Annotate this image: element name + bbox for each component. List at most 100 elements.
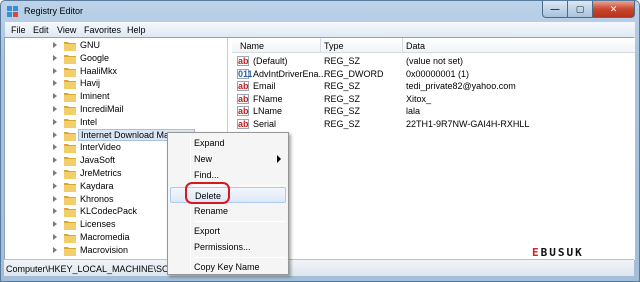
column-data[interactable]: Data <box>406 41 425 51</box>
tree-item-label: Khronos <box>80 193 114 204</box>
tree-item-label: Havij <box>80 78 101 89</box>
value-name: LName <box>253 106 283 116</box>
value-data: Xitox_ <box>406 93 432 104</box>
expand-arrow-icon[interactable] <box>53 118 57 125</box>
menu-item-rename[interactable]: Rename <box>170 203 286 219</box>
column-type[interactable]: Type <box>324 41 344 51</box>
value-name: FName <box>253 93 283 104</box>
folder-icon <box>64 221 76 231</box>
value-list[interactable]: Name Type Data ab (Default) REG_SZ (value n… <box>232 38 635 260</box>
expand-arrow-icon[interactable] <box>53 131 57 138</box>
client-area: GNU Google HaaliMkx Havij Iminent IncrediMail… <box>4 37 635 260</box>
value-type: REG_SZ <box>324 106 361 116</box>
value-data: lala <box>406 106 421 116</box>
status-bar: Computer\HKEY_LOCAL_MACHINE\SOFTW <box>4 259 634 276</box>
folder-icon <box>64 234 76 243</box>
menu-item-find[interactable]: Find... <box>170 167 286 183</box>
expand-arrow-icon[interactable] <box>53 195 57 202</box>
expand-arrow-icon[interactable] <box>53 80 57 87</box>
folder-icon <box>64 131 76 141</box>
value-type: REG_SZ <box>324 81 361 91</box>
expand-arrow-icon[interactable] <box>53 93 57 100</box>
string-value-icon: ab <box>237 93 249 104</box>
context-menu: Expand New Find... Delete Rename Export … <box>167 132 289 275</box>
folder-icon <box>64 118 76 128</box>
tree-item-label: GNU <box>80 40 100 50</box>
maximize-button[interactable]: ▢ <box>568 1 593 18</box>
tree-item-label: JavaSoft <box>80 155 116 166</box>
expand-arrow-icon[interactable] <box>53 234 57 240</box>
menu-edit[interactable]: Edit <box>33 25 49 35</box>
expand-arrow-icon[interactable] <box>53 67 57 74</box>
menu-help[interactable]: Help <box>127 25 146 35</box>
folder-icon <box>64 170 76 179</box>
menu-view[interactable]: View <box>57 25 76 35</box>
expand-arrow-icon[interactable] <box>53 182 57 189</box>
folder-icon <box>64 54 76 64</box>
string-value-icon: ab <box>237 106 249 116</box>
menu-item-permissions[interactable]: Permissions... <box>170 239 286 255</box>
tree-item-label: Licenses <box>80 219 116 230</box>
value-name: AdvIntDriverEna... <box>253 68 327 79</box>
value-data: 0x00000001 (1) <box>406 68 470 79</box>
tree-item-label: Kaydara <box>80 180 114 191</box>
tree-item-label: InterVideo <box>80 142 121 153</box>
value-row[interactable]: ab LName REG_SZ lala <box>232 106 635 118</box>
registry-editor-icon <box>7 6 18 17</box>
expand-arrow-icon[interactable] <box>53 144 57 151</box>
string-value-icon: ab <box>237 56 249 66</box>
expand-arrow-icon[interactable] <box>53 157 57 164</box>
binary-value-icon: 011 <box>237 68 253 79</box>
value-name: Email <box>253 81 276 91</box>
close-icon: ✕ <box>609 3 618 14</box>
folder-icon <box>64 67 76 77</box>
folder-icon <box>64 80 76 90</box>
expand-arrow-icon[interactable] <box>53 42 57 48</box>
column-name[interactable]: Name <box>240 41 264 51</box>
tree-item-label: IncrediMail <box>80 104 124 114</box>
expand-arrow-icon[interactable] <box>53 208 57 215</box>
title-bar[interactable]: Registry Editor — ▢ ✕ <box>1 1 639 22</box>
tree-item-label: Macrovision <box>80 244 129 255</box>
value-data: tedi_private82@yahoo.com <box>406 81 516 91</box>
folder-icon <box>64 208 76 218</box>
value-row[interactable]: ab FName REG_SZ Xitox_ <box>232 93 635 106</box>
tree-item-label: KLCodecPack <box>80 206 138 217</box>
menu-favorites[interactable]: Favorites <box>84 25 121 35</box>
minimize-button[interactable]: — <box>542 1 568 18</box>
tree-item-label: HaaliMkx <box>80 65 118 76</box>
expand-arrow-icon[interactable] <box>53 246 57 253</box>
string-value-icon: ab <box>237 81 249 91</box>
expand-arrow-icon[interactable] <box>53 54 57 61</box>
expand-arrow-icon[interactable] <box>53 221 57 228</box>
value-name: (Default) <box>253 56 288 66</box>
value-data: (value not set) <box>406 56 464 66</box>
folder-icon <box>64 93 76 103</box>
tree-item-label: Google <box>80 52 110 63</box>
list-header: Name Type Data <box>232 38 635 53</box>
string-value-icon: ab <box>237 118 249 129</box>
expand-arrow-icon[interactable] <box>53 106 57 112</box>
value-row[interactable]: 011 AdvIntDriverEna... REG_DWORD 0x00000001… <box>232 68 635 81</box>
menu-item-expand[interactable]: Expand <box>170 135 286 151</box>
menu-item-new[interactable]: New <box>170 151 286 167</box>
menu-item-copy-key-name[interactable]: Copy Key Name <box>170 259 286 275</box>
menu-file[interactable]: File <box>11 25 26 35</box>
value-name: Serial <box>253 118 277 129</box>
folder-icon <box>64 246 76 256</box>
value-type: REG_SZ <box>324 118 361 129</box>
folder-icon <box>64 106 76 115</box>
value-row[interactable]: ab Email REG_SZ tedi_private82@yahoo.com <box>232 81 635 93</box>
folder-icon <box>64 195 76 205</box>
value-row[interactable]: ab (Default) REG_SZ (value not set) <box>232 56 635 68</box>
menu-item-export[interactable]: Export <box>170 223 286 239</box>
tree-item-label: Intel <box>80 116 98 127</box>
expand-arrow-icon[interactable] <box>53 170 57 176</box>
watermark-logo: EBUSUK <box>532 246 584 259</box>
tree-item-label: JreMetrics <box>80 168 122 178</box>
value-row[interactable]: ab Serial REG_SZ 22TH1-9R7NW-GAI4H-RXHLL <box>232 118 635 131</box>
status-path: Computer\HKEY_LOCAL_MACHINE\SOFTW <box>6 264 189 274</box>
tree-item-label: Macromedia <box>80 232 130 242</box>
close-button[interactable]: ✕ <box>593 1 635 18</box>
value-data: 22TH1-9R7NW-GAI4H-RXHLL <box>406 118 530 129</box>
